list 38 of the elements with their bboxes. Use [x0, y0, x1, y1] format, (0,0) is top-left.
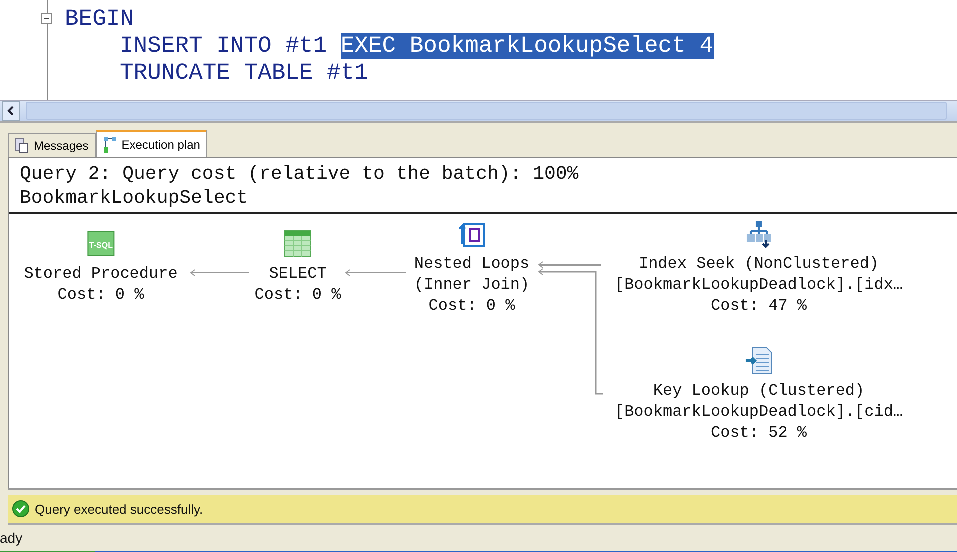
table-icon [284, 230, 312, 258]
loop-icon [458, 220, 486, 248]
operator-label: Index Seek (NonClustered) [638, 254, 880, 275]
collapse-icon[interactable] [41, 13, 52, 24]
status-text: ady [0, 530, 23, 546]
scroll-thumb[interactable] [26, 102, 947, 120]
operator-label: Stored Procedure [24, 264, 178, 285]
plan-icon [102, 136, 117, 154]
operator-label: [BookmarkLookupDeadlock].[idx… [614, 275, 904, 296]
index-tree-icon [745, 220, 773, 248]
tab[interactable]: Execution plan [96, 130, 208, 157]
connector-arrow [345, 270, 406, 276]
cost-label: Cost: 0 % [58, 285, 144, 306]
operator-label: [BookmarkLookupDeadlock].[cid… [614, 402, 904, 423]
query-header-text: BookmarkLookupSelect [20, 186, 250, 210]
query-header-text: Query 2: Query cost (relative to the batch): 100% [20, 162, 580, 186]
operator-label: Nested Loops [414, 254, 530, 275]
code-text: BEGIN [65, 6, 134, 32]
horizontal-scrollbar[interactable] [0, 100, 957, 121]
cost-label: Cost: 0 % [428, 296, 516, 317]
operator-label: SELECT [269, 264, 327, 285]
cost-label: Cost: 0 % [254, 285, 342, 306]
code-text: INSERT INTO #t1 [120, 32, 328, 58]
document-icon [15, 138, 29, 154]
code-text: EXEC BookmarkLookupSelect 4 [340, 32, 714, 58]
tsql-icon: T-SQL [87, 230, 115, 258]
operator-label: Key Lookup (Clustered) [653, 381, 865, 402]
checkmark-icon [12, 500, 30, 518]
status-message: Query executed successfully. [35, 502, 204, 516]
operator-label: (Inner Join) [414, 275, 530, 296]
tab[interactable]: Messages [8, 133, 96, 157]
connector-arrow [190, 270, 250, 276]
key-lookup-icon [745, 347, 773, 375]
code-text: TRUNCATE TABLE #t1 [120, 60, 368, 86]
cost-label: Cost: 52 % [711, 423, 807, 444]
scroll-left-button[interactable] [2, 101, 20, 121]
cost-label: Cost: 47 % [711, 296, 807, 317]
chevron-left-icon [7, 106, 15, 116]
